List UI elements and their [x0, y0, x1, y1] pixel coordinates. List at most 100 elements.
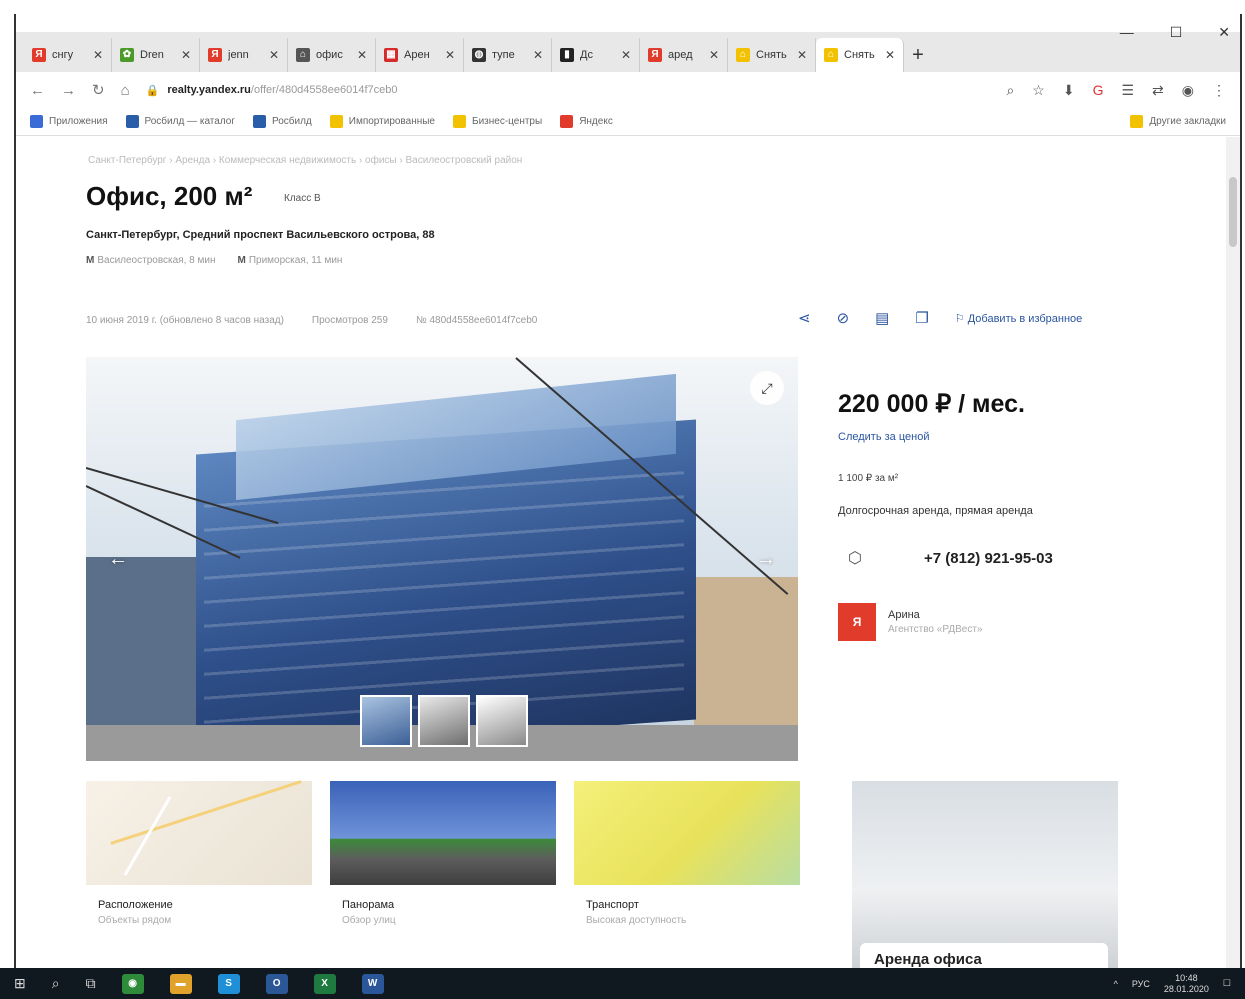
bookmark-icon — [329, 115, 343, 128]
extension-icon[interactable]: ☰ — [1121, 82, 1134, 99]
language-indicator[interactable]: РУС — [1132, 979, 1150, 989]
bookmark-item[interactable]: Импортированные — [329, 115, 435, 128]
metro-icon: М — [86, 255, 95, 266]
back-icon[interactable]: ← — [30, 82, 45, 99]
browser-tab[interactable]: ⌂ Снять ✕ — [728, 38, 816, 72]
tab-favicon-icon: Я — [208, 48, 222, 62]
tab-close-icon[interactable]: ✕ — [357, 48, 367, 62]
bookmark-item[interactable]: Бизнес-центры — [453, 115, 542, 128]
follow-price-link[interactable]: Следить за ценой — [838, 431, 929, 443]
browser-tab[interactable]: Яаред ✕ — [640, 38, 728, 72]
outlook-icon[interactable]: O — [265, 973, 288, 994]
bookmark-item[interactable]: Росбилд — каталог — [125, 115, 235, 128]
bookmark-item[interactable]: Приложения — [30, 115, 108, 128]
windows-start-icon[interactable]: ⊞ — [14, 975, 26, 992]
bookmark-item[interactable]: Росбилд — [252, 115, 312, 128]
bookmark-label: Бизнес-центры — [472, 116, 543, 127]
card-location[interactable]: Расположение Объекты рядом — [86, 781, 312, 926]
gallery-thumbnail[interactable] — [360, 695, 412, 747]
card-subtitle: Высокая доступность — [586, 915, 687, 926]
translate-icon[interactable]: ⇄ — [1152, 82, 1164, 99]
metro-station[interactable]: М Приморская, 11 мин — [237, 255, 342, 266]
tab-close-icon[interactable]: ✕ — [709, 48, 719, 62]
ad-banner[interactable]: Аренда офиса — [852, 781, 1118, 968]
extension-icon[interactable]: ⬇ — [1063, 82, 1075, 99]
compare-icon[interactable]: ❐ — [915, 309, 928, 327]
card-panorama[interactable]: Панорама Обзор улиц — [330, 781, 556, 926]
tab-close-icon[interactable]: ✕ — [181, 48, 191, 62]
new-tab-icon[interactable]: + — [904, 38, 932, 72]
extension-icon[interactable]: G — [1093, 82, 1104, 98]
home-icon[interactable]: ⌂ — [121, 82, 130, 99]
url-field[interactable]: 🔒 realty.yandex.ru/offer/480d4558ee6014f… — [146, 77, 991, 103]
zoom-icon[interactable]: ⌕ — [1006, 82, 1014, 99]
browser-tab[interactable]: ▮ Дс ✕ — [552, 38, 640, 72]
gallery-thumbnails — [360, 695, 528, 747]
browser-tab[interactable]: ⌂ офис ✕ — [288, 38, 376, 72]
notifications-icon[interactable]: ☐ — [1223, 978, 1231, 989]
page-scrollbar[interactable] — [1226, 137, 1240, 968]
metro-station[interactable]: М Василеостровская, 8 мин — [86, 255, 215, 266]
menu-icon[interactable]: ⋮ — [1212, 82, 1226, 99]
card-transport[interactable]: Транспорт Высокая доступность — [574, 781, 800, 926]
tab-close-icon[interactable]: ✕ — [533, 48, 543, 62]
bookmark-other[interactable]: Другие закладки — [1130, 115, 1226, 128]
tab-close-icon[interactable]: ✕ — [269, 48, 279, 62]
scrollbar-thumb[interactable] — [1229, 177, 1237, 247]
bookmark-label: Импортированные — [348, 116, 435, 127]
tab-close-icon[interactable]: ✕ — [445, 48, 455, 62]
gallery-prev-icon[interactable]: ← — [104, 545, 132, 573]
notes-icon[interactable]: ▤ — [875, 309, 889, 327]
browser-tab[interactable]: Яjenn ✕ — [200, 38, 288, 72]
tab-favicon-icon: ⌂ — [736, 48, 750, 62]
tab-close-icon[interactable]: ✕ — [621, 48, 631, 62]
breadcrumb[interactable]: Санкт-Петербург › Аренда › Коммерческая … — [88, 155, 522, 166]
transport-thumbnail — [574, 781, 800, 885]
gallery-thumbnail[interactable] — [476, 695, 528, 747]
hide-icon[interactable]: ⊘ — [837, 309, 850, 327]
metro-label: Приморская, 11 мин — [248, 255, 343, 266]
skype-icon[interactable]: S — [217, 973, 240, 994]
gallery-thumbnail[interactable] — [418, 695, 470, 747]
browser-tab[interactable]: ✿ Dren ✕ — [112, 38, 200, 72]
ad-title: Аренда офиса — [860, 943, 1108, 968]
bookmark-item[interactable]: Яндекс — [560, 115, 613, 128]
browser-tab[interactable]: ▦ Арен ✕ — [376, 38, 464, 72]
clock[interactable]: 10:48 28.01.2020 — [1164, 973, 1209, 995]
photo-building-left — [86, 557, 196, 737]
profile-icon[interactable]: ◉ — [1182, 82, 1194, 99]
phone-number[interactable]: +7 (812) 921-95-03 — [924, 550, 1053, 567]
add-to-favorites-button[interactable]: ⚐ Добавить в избранное — [955, 312, 1083, 325]
browser-tab[interactable]: Яснгу ✕ — [24, 38, 112, 72]
tab-close-icon[interactable]: ✕ — [885, 48, 895, 62]
card-title: Панорама — [342, 899, 395, 911]
excel-icon[interactable]: X — [313, 973, 336, 994]
phone-row: ⬡ +7 (812) 921-95-03 — [838, 541, 1053, 575]
maximize-icon[interactable]: ☐ — [1170, 24, 1183, 41]
tab-close-icon[interactable]: ✕ — [93, 48, 103, 62]
task-view-icon[interactable]: ⧉ — [86, 975, 96, 992]
bookmark-icon — [30, 115, 43, 128]
tab-close-icon[interactable]: ✕ — [797, 48, 807, 62]
expand-icon[interactable]: ⤢ — [750, 371, 784, 405]
browser-tab[interactable]: ⌂ Снять ✕ — [816, 38, 904, 72]
forward-icon[interactable]: → — [61, 82, 76, 99]
rental-terms: Долгосрочная аренда, прямая аренда — [838, 505, 1033, 517]
chrome-icon[interactable]: ◉ — [121, 973, 144, 994]
close-icon[interactable]: ✕ — [1218, 24, 1230, 41]
minimize-icon[interactable]: — — [1120, 24, 1134, 41]
bookmark-label: Росбилд — [271, 116, 312, 127]
word-icon[interactable]: W — [361, 973, 384, 994]
tray-up-icon[interactable]: ^ — [1114, 979, 1118, 989]
search-icon[interactable]: ⌕ — [52, 975, 60, 992]
agent-org: Агентство «РДВест» — [888, 624, 983, 635]
star-icon[interactable]: ☆ — [1032, 82, 1045, 99]
explorer-icon[interactable]: ▬ — [169, 973, 192, 994]
photo-gallery[interactable]: ← → ⤢ — [86, 357, 798, 761]
gallery-next-icon[interactable]: → — [752, 545, 780, 573]
reload-icon[interactable]: ↻ — [92, 81, 105, 99]
listing-address[interactable]: Санкт-Петербург, Средний проспект Василь… — [86, 229, 435, 241]
agent-row[interactable]: Я Арина Агентство «РДВест» — [838, 603, 982, 641]
browser-tab[interactable]: ◍ тупе ✕ — [464, 38, 552, 72]
share-icon[interactable]: ⋖ — [798, 309, 811, 327]
